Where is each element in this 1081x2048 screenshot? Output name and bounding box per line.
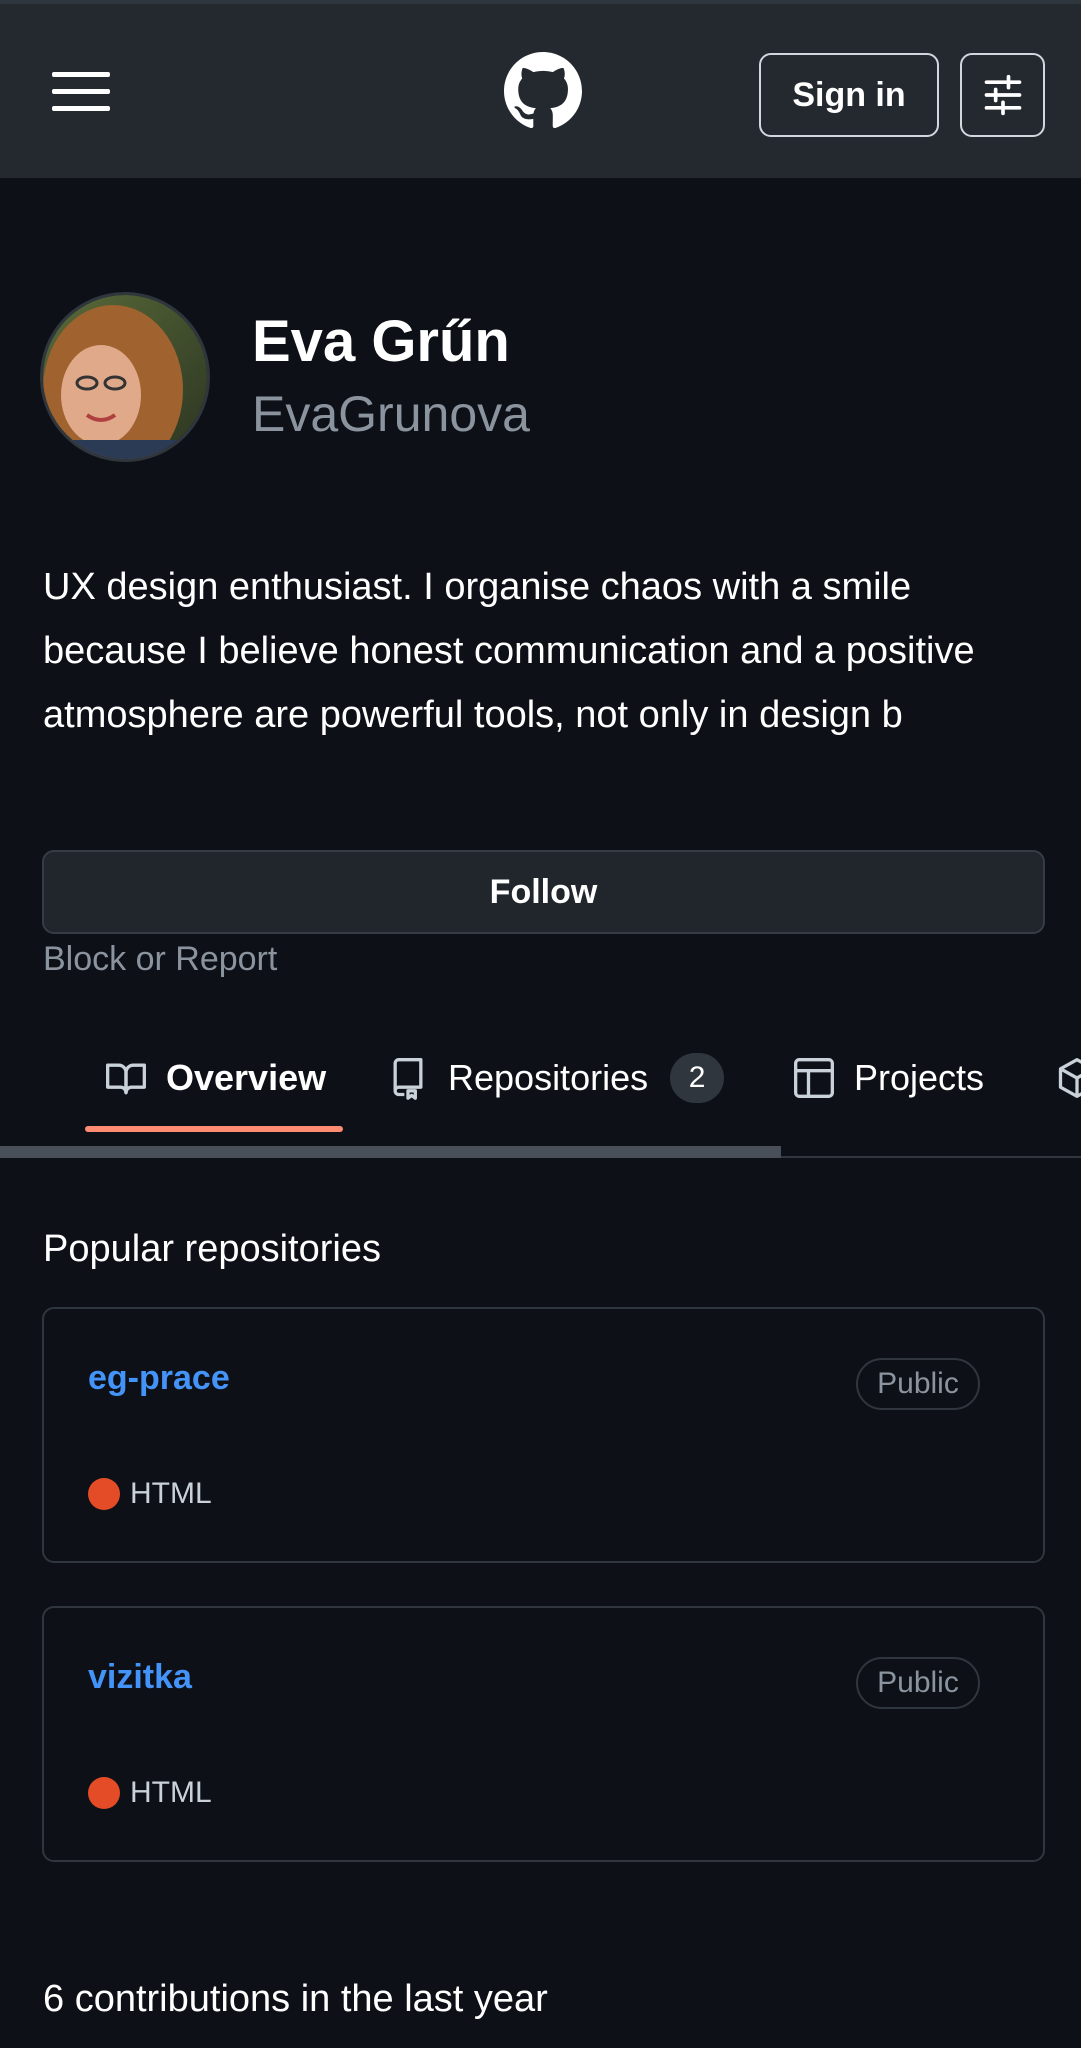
tab-projects[interactable]: Projects xyxy=(792,1048,984,1108)
visibility-badge: Public xyxy=(856,1358,980,1410)
tab-projects-label: Projects xyxy=(854,1057,985,1098)
hamburger-menu-icon[interactable] xyxy=(52,72,112,112)
table-icon xyxy=(794,1058,834,1098)
sliders-icon xyxy=(984,74,1021,116)
repo-name-link[interactable]: eg-prace xyxy=(88,1359,230,1398)
profile-tabs: Overview Repositories 2 Projects xyxy=(0,1030,1081,1156)
tab-overview-label: Overview xyxy=(166,1057,327,1098)
tab-packages[interactable] xyxy=(1055,1048,1081,1108)
profile-name: Eva Grűn xyxy=(252,309,510,374)
profile-bio: UX design enthusiast. I organise chaos w… xyxy=(43,566,975,736)
tab-repositories[interactable]: Repositories 2 xyxy=(386,1048,725,1108)
profile-username: EvaGrunova xyxy=(252,386,530,442)
settings-button[interactable] xyxy=(960,53,1045,137)
active-tab-indicator xyxy=(85,1126,343,1132)
language-label: HTML xyxy=(130,1477,212,1510)
repo-language: HTML xyxy=(88,1776,212,1810)
tabs-scrollbar[interactable] xyxy=(0,1146,781,1158)
repo-card: vizitka Public HTML xyxy=(42,1606,1045,1862)
follow-button[interactable]: Follow xyxy=(42,850,1045,934)
contributions-heading: 6 contributions in the last year xyxy=(43,1978,548,2020)
package-icon xyxy=(1058,1058,1081,1098)
top-header: Sign in xyxy=(0,0,1081,178)
avatar[interactable] xyxy=(40,292,210,462)
visibility-badge: Public xyxy=(856,1657,980,1709)
popular-repositories-heading: Popular repositories xyxy=(43,1228,381,1270)
block-or-report-link[interactable]: Block or Report xyxy=(43,940,277,979)
repo-language: HTML xyxy=(88,1477,212,1511)
book-icon xyxy=(106,1063,146,1095)
repo-name-link[interactable]: vizitka xyxy=(88,1658,192,1697)
tab-repositories-label: Repositories xyxy=(448,1057,649,1098)
sign-in-button[interactable]: Sign in xyxy=(759,53,939,137)
repositories-count-badge: 2 xyxy=(670,1053,725,1103)
tab-overview[interactable]: Overview xyxy=(104,1048,326,1108)
language-color-dot xyxy=(88,1478,120,1510)
language-label: HTML xyxy=(130,1776,212,1809)
github-mark-icon[interactable] xyxy=(504,52,582,130)
language-color-dot xyxy=(88,1777,120,1809)
repo-icon xyxy=(393,1058,423,1100)
repo-card: eg-prace Public HTML xyxy=(42,1307,1045,1563)
